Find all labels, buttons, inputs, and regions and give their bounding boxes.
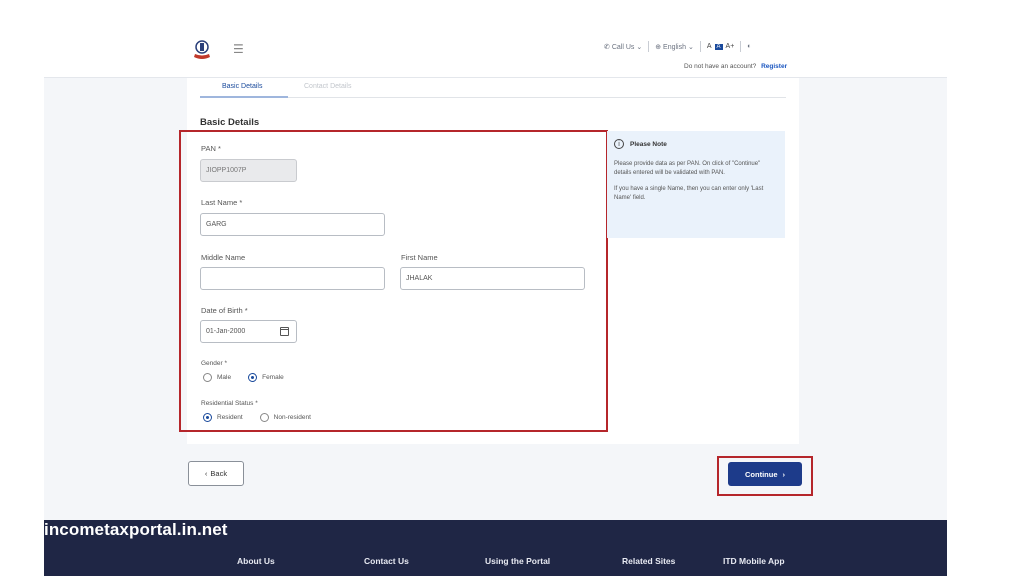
font-larger-button[interactable]: A+ [726, 43, 735, 50]
non-resident-label: Non-resident [273, 414, 311, 421]
top-header: ☰ ✆ Call Us ⌄ ⊕ English ⌄ A A A+ ◐ Do no… [44, 36, 947, 78]
radio-checked-icon[interactable] [248, 373, 258, 382]
last-name-label: Last Name * [201, 198, 243, 207]
please-note-panel: i Please Note Please provide data as per… [607, 131, 785, 238]
middle-name-input[interactable] [200, 267, 385, 290]
divider [740, 41, 742, 52]
footer-link-using-portal[interactable]: Using the Portal [485, 556, 550, 566]
back-button[interactable]: ‹ Back [188, 461, 244, 486]
gender-male-label: Male [217, 374, 232, 381]
dob-value: 01-Jan-2000 [206, 328, 246, 335]
non-resident-option[interactable]: Non-resident [259, 413, 311, 422]
account-prompt-text: Do not have an account? [684, 63, 757, 70]
tab-basic-details[interactable]: Basic Details [222, 83, 262, 90]
radio-unchecked-icon[interactable] [259, 413, 269, 422]
gender-male-option[interactable]: Male [203, 373, 231, 382]
dob-label: Date of Birth * [201, 306, 248, 315]
radio-checked-icon[interactable] [203, 413, 212, 422]
pan-label: PAN * [201, 144, 221, 153]
first-name-label: First Name [401, 253, 438, 262]
gender-label: Gender * [201, 360, 228, 367]
resident-option[interactable]: Resident [203, 413, 243, 422]
divider [699, 41, 701, 52]
globe-icon: ⊕ [655, 43, 662, 51]
info-icon: i [614, 139, 624, 149]
note-title: Please Note [630, 140, 667, 148]
resident-label: Resident [217, 414, 243, 421]
footer-link-related-sites[interactable]: Related Sites [622, 556, 675, 566]
divider [648, 41, 650, 52]
note-paragraph: If you have a single Name, then you can … [614, 185, 764, 201]
account-prompt: Do not have an account? Register [684, 63, 787, 70]
dob-input[interactable]: 01-Jan-2000 [200, 320, 297, 343]
section-title: Basic Details [200, 117, 260, 128]
last-name-input[interactable]: GARG [200, 213, 385, 236]
middle-name-label: Middle Name [201, 253, 246, 262]
menu-icon[interactable]: ☰ [233, 42, 244, 56]
call-us-label: Call Us [611, 43, 635, 51]
first-name-input[interactable]: JHALAK [400, 267, 585, 290]
note-paragraph: Please provide data as per PAN. On click… [614, 161, 761, 177]
residential-status-radio-group: Resident Non-resident [203, 413, 311, 422]
continue-button[interactable]: Continue › [728, 462, 802, 486]
page: ☰ ✆ Call Us ⌄ ⊕ English ⌄ A A A+ ◐ Do no… [0, 0, 1024, 576]
footer-link-contact-us[interactable]: Contact Us [364, 556, 409, 566]
gender-female-label: Female [262, 374, 284, 381]
site-watermark: incometaxportal.in.net [44, 520, 228, 539]
residential-status-label: Residential Status * [201, 400, 258, 407]
radio-unchecked-icon[interactable] [203, 373, 212, 382]
phone-icon: ✆ [604, 43, 610, 51]
footer-link-about-us[interactable]: About Us [237, 556, 275, 566]
contrast-icon[interactable]: ◐ [747, 43, 751, 50]
emblem-logo-icon[interactable] [190, 38, 214, 62]
language-select[interactable]: ⊕ English ⌄ [655, 43, 694, 51]
chevron-down-icon: ⌄ [636, 43, 643, 51]
step-tabs: Basic Details Contact Details [200, 79, 786, 98]
register-link[interactable]: Register [761, 63, 787, 70]
pan-input: JIOPP1007P [200, 159, 297, 182]
language-label: English [663, 43, 687, 51]
calendar-icon[interactable] [280, 327, 289, 336]
font-smaller-button[interactable]: A [707, 43, 712, 50]
call-us-menu[interactable]: ✆ Call Us ⌄ [604, 43, 642, 51]
continue-button-label: Continue [745, 469, 778, 479]
chevron-right-icon: › [782, 469, 786, 479]
header-utilities: ✆ Call Us ⌄ ⊕ English ⌄ A A A+ ◐ [604, 41, 752, 52]
note-header: i Please Note [614, 139, 778, 149]
back-button-label: Back [210, 469, 228, 478]
font-default-button[interactable]: A [714, 43, 723, 50]
footer-link-itd-mobile-app[interactable]: ITD Mobile App [723, 556, 785, 566]
chevron-down-icon: ⌄ [687, 43, 694, 51]
active-tab-indicator [200, 96, 288, 98]
chevron-left-icon: ‹ [204, 469, 208, 478]
gender-female-option[interactable]: Female [248, 373, 284, 382]
gender-radio-group: Male Female [203, 373, 284, 382]
font-size-controls: A A A+ [707, 43, 734, 50]
tab-contact-details[interactable]: Contact Details [304, 83, 351, 90]
